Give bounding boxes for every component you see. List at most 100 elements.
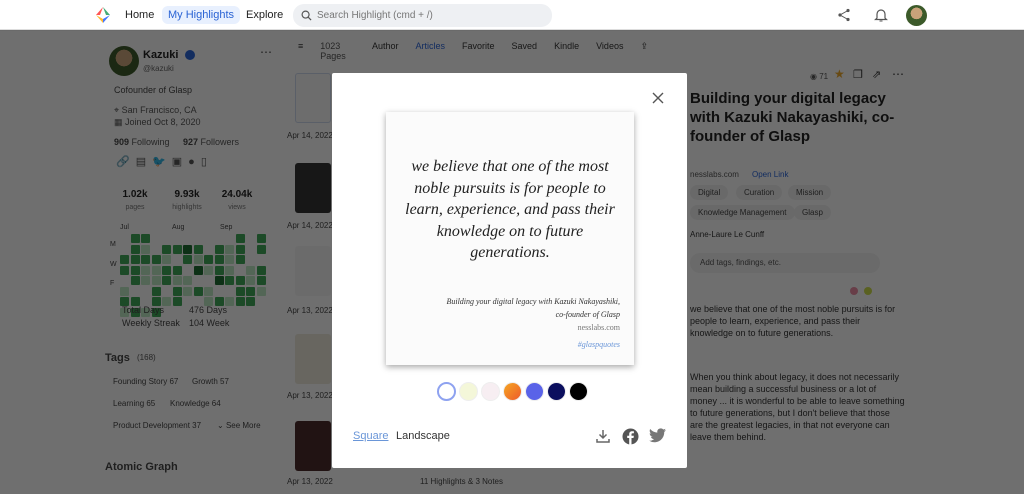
heatmap-cell: [256, 244, 266, 254]
twitter-icon[interactable]: [649, 428, 666, 443]
heatmap-cell: [193, 255, 203, 264]
heatmap-cell: [235, 297, 245, 306]
heatmap-cell: [225, 244, 234, 254]
filter-favorite[interactable]: Favorite: [462, 41, 495, 61]
followers[interactable]: 927 Followers: [183, 137, 239, 147]
page-detail: ◉ 71 ★ ❐ ⇗ ⋯ Building your digital legac…: [690, 31, 930, 494]
following[interactable]: 909 Following: [114, 137, 170, 147]
heatmap-cell: [194, 234, 203, 243]
bell-icon[interactable]: [874, 7, 888, 23]
following-count: 909: [114, 137, 130, 147]
nav-explore[interactable]: Explore: [246, 9, 283, 21]
tag-chip[interactable]: Glasp: [794, 205, 831, 220]
tag-chip[interactable]: Digital: [690, 185, 729, 200]
color-swatch[interactable]: [437, 382, 456, 401]
page-thumbnail[interactable]: [295, 246, 331, 296]
stat-views: 24.04k views: [213, 189, 261, 212]
color-swatch[interactable]: [481, 382, 500, 401]
color-yellow-icon[interactable]: [864, 287, 872, 295]
color-swatch[interactable]: [503, 382, 522, 401]
heatmap-cell: [162, 265, 171, 275]
download-icon[interactable]: [595, 428, 611, 444]
tag-item[interactable]: Knowledge 64: [170, 399, 221, 408]
tag-item[interactable]: Growth 57: [192, 377, 229, 386]
heatmap-cell: [235, 244, 245, 254]
heatmap-cell: [193, 265, 203, 275]
heatmap-cell: [246, 245, 255, 254]
tag-item[interactable]: Product Development 37: [113, 421, 201, 430]
page-thumbnail[interactable]: [295, 163, 331, 213]
page-thumbnail[interactable]: [295, 73, 331, 123]
heatmap-cell: [193, 286, 203, 296]
tag-chip[interactable]: Knowledge Management: [690, 205, 795, 220]
filter-articles[interactable]: Articles: [416, 41, 446, 61]
heatmap-cell: [162, 234, 171, 243]
stat-label: highlights: [172, 204, 202, 211]
see-more-button[interactable]: ⌄ See More: [217, 421, 261, 430]
heatmap-cell: [236, 266, 245, 275]
search-icon: [301, 10, 312, 21]
page-thumbnail[interactable]: [295, 421, 331, 471]
user-avatar[interactable]: [906, 5, 927, 26]
search-placeholder: Search Highlight (cmd + /): [317, 10, 433, 21]
color-pink-icon[interactable]: [850, 287, 858, 295]
profile-bio: Cofounder of Glasp: [114, 85, 193, 95]
filter-saved[interactable]: Saved: [512, 41, 538, 61]
quote-card-preview: we believe that one of the most noble pu…: [386, 112, 634, 365]
page-date: Apr 14, 2022: [287, 131, 333, 140]
quote-share-modal: we believe that one of the most noble pu…: [332, 73, 687, 468]
more-icon[interactable]: ⋯: [260, 45, 272, 59]
glasp-logo-icon[interactable]: [94, 6, 112, 24]
page-title: Building your digital legacy with Kazuki…: [690, 90, 895, 145]
format-square-tab[interactable]: Square: [353, 430, 388, 442]
profile-location: ⌖ San Francisco, CA: [114, 105, 197, 115]
source-title: Building your digital legacy with Kazuki…: [446, 297, 620, 306]
color-swatch[interactable]: [525, 382, 544, 401]
filter-bar: ≡ 1023 Pages Author Articles Favorite Sa…: [298, 41, 665, 61]
star-icon[interactable]: ★: [834, 68, 845, 80]
view-count: ◉ 71: [810, 72, 829, 81]
close-icon[interactable]: [651, 91, 665, 105]
share-icon[interactable]: [837, 8, 851, 22]
atomic-graph-title: Atomic Graph: [105, 461, 178, 473]
joined-text: Joined Oct 8, 2020: [125, 117, 201, 127]
stat-label: pages: [125, 204, 145, 211]
color-swatch[interactable]: [569, 382, 588, 401]
heatmap-cell: [215, 287, 224, 296]
heatmap-cell: [204, 276, 213, 285]
nav-home[interactable]: Home: [125, 9, 154, 21]
heatmap-cell: [130, 276, 140, 285]
note-input[interactable]: Add tags, findings, etc.: [690, 253, 880, 273]
more-icon[interactable]: ⋯: [892, 68, 904, 80]
filter-videos[interactable]: Videos: [596, 41, 623, 61]
profile-avatar: [109, 46, 139, 76]
heatmap-cell: [141, 287, 150, 296]
search-input[interactable]: Search Highlight (cmd + /): [293, 4, 552, 27]
nav-my-highlights[interactable]: My Highlights: [162, 6, 241, 24]
export-icon[interactable]: ⇗: [872, 69, 881, 81]
filter-kindle[interactable]: Kindle: [554, 41, 579, 61]
followers-label: Followers: [200, 137, 240, 147]
tag-chip[interactable]: Mission: [788, 185, 832, 200]
heatmap-cell: [246, 255, 255, 264]
heatmap-cell: [120, 234, 129, 243]
copy-icon[interactable]: ❐: [853, 69, 863, 81]
social-links[interactable]: 🔗▤🐦▣●▯: [116, 155, 213, 168]
tag-chip[interactable]: Curation: [736, 185, 783, 200]
tag-item[interactable]: Founding Story 67: [113, 377, 178, 386]
tag-item[interactable]: Learning 65: [113, 399, 155, 408]
heatmap-cell: [173, 255, 182, 264]
page-thumbnail[interactable]: [295, 334, 331, 384]
filter-author[interactable]: Author: [372, 41, 399, 61]
heatmap-cell: [162, 255, 171, 264]
format-landscape-tab[interactable]: Landscape: [396, 430, 450, 442]
facebook-icon[interactable]: [622, 428, 639, 445]
open-link[interactable]: Open Link: [752, 169, 788, 181]
day-label: M: [110, 241, 116, 248]
color-swatch[interactable]: [547, 382, 566, 401]
day-label: W: [110, 261, 117, 268]
heatmap-cell: [141, 255, 150, 264]
filter-icon[interactable]: ≡: [298, 41, 303, 61]
color-swatch[interactable]: [459, 382, 478, 401]
cloud-upload-icon[interactable]: ⇪: [640, 41, 648, 61]
